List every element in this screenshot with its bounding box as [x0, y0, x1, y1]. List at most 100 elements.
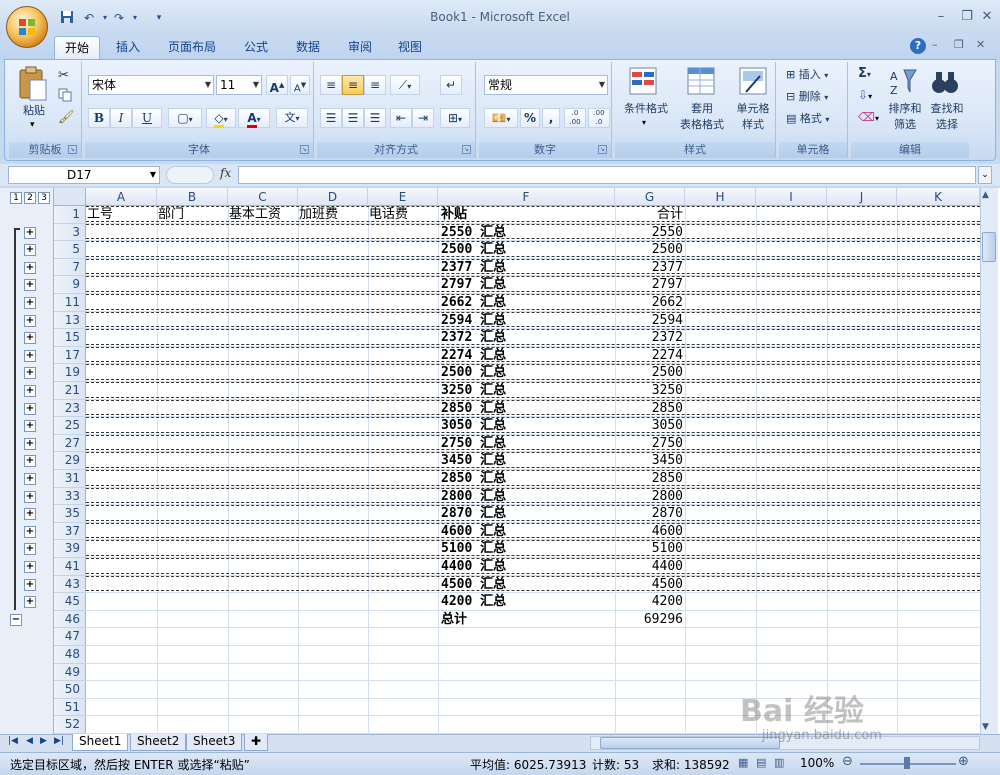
office-button[interactable] — [6, 6, 48, 48]
fill-color-button[interactable]: ◇▾ — [206, 108, 236, 128]
vertical-scrollbar[interactable] — [980, 188, 998, 734]
sort-filter-label-1[interactable]: 排序和 — [884, 102, 926, 116]
format-as-table-label-2[interactable]: 表格格式 — [670, 118, 734, 132]
alignment-launcher-icon[interactable]: ↘ — [462, 145, 471, 154]
row-header[interactable]: 23 — [54, 400, 86, 418]
column-header-a[interactable]: A — [86, 188, 157, 206]
align-center-icon[interactable]: ☰ — [342, 108, 364, 128]
tab-page-layout[interactable]: 页面布局 — [158, 36, 226, 60]
row-header[interactable]: 45 — [54, 593, 86, 611]
font-launcher-icon[interactable]: ↘ — [300, 145, 309, 154]
conditional-format-label[interactable]: 条件格式 — [618, 102, 674, 116]
paste-dropdown-icon[interactable]: ▾ — [30, 120, 35, 130]
decrease-indent-icon[interactable]: ⇤ — [390, 108, 412, 128]
insert-function-icon[interactable]: fx — [220, 166, 231, 180]
zoom-in-icon[interactable]: ⊕ — [958, 754, 969, 769]
cell-f-subtotal-label[interactable]: 4200 汇总 — [441, 593, 506, 611]
cell-styles-label-1[interactable]: 单元格 — [730, 102, 776, 116]
cell-g-total[interactable]: 69296 — [615, 611, 683, 629]
outline-expand-icon[interactable]: + — [24, 578, 36, 591]
decrease-decimal-button[interactable]: .00 .0 — [588, 108, 610, 128]
underline-button[interactable]: U — [132, 108, 162, 128]
increase-indent-icon[interactable]: ⇥ — [412, 108, 434, 128]
outline-expand-icon[interactable]: + — [24, 314, 36, 327]
column-header-k[interactable]: K — [897, 188, 980, 206]
row-header[interactable]: 35 — [54, 505, 86, 523]
cell-f-subtotal-label[interactable]: 总计 — [441, 611, 467, 629]
zoom-slider-thumb[interactable] — [904, 757, 910, 769]
find-select-label-2[interactable]: 选择 — [926, 118, 968, 132]
page-break-view-icon[interactable]: ▥ — [774, 756, 784, 769]
row-header[interactable]: 33 — [54, 488, 86, 506]
tab-insert[interactable]: 插入 — [106, 36, 150, 60]
phonetic-button[interactable]: 文▾ — [276, 108, 308, 128]
sort-filter-label-2[interactable]: 筛选 — [884, 118, 926, 132]
borders-button[interactable]: ▢▾ — [168, 108, 202, 128]
row-header[interactable]: 5 — [54, 241, 86, 259]
format-as-table-icon[interactable] — [686, 66, 718, 98]
sheet-tab-2[interactable]: Sheet2 — [130, 734, 187, 751]
cell-g-total[interactable]: 4200 — [615, 593, 683, 611]
scroll-up-icon[interactable]: ▲ — [982, 190, 989, 200]
copy-icon[interactable] — [58, 88, 72, 102]
grow-font-button[interactable]: A▲ — [266, 75, 288, 95]
tab-view[interactable]: 视图 — [388, 36, 432, 60]
outline-expand-icon[interactable]: + — [24, 561, 36, 573]
insert-sheet-icon[interactable]: ✚ — [244, 734, 268, 751]
horizontal-scroll-thumb[interactable] — [600, 737, 780, 749]
cell-styles-label-2[interactable]: 样式 — [730, 118, 776, 132]
row-header[interactable]: 39 — [54, 540, 86, 558]
sheet-tab-3[interactable]: Sheet3 — [186, 734, 243, 751]
align-right-icon[interactable]: ☰ — [364, 108, 386, 128]
outline-expand-icon[interactable]: + — [24, 473, 36, 485]
row-header[interactable]: 48 — [54, 646, 86, 664]
tab-formulas[interactable]: 公式 — [234, 36, 278, 60]
outline-expand-icon[interactable]: + — [24, 596, 36, 609]
row-header[interactable]: 29 — [54, 452, 86, 470]
last-sheet-icon[interactable]: ▶| — [54, 736, 64, 746]
outline-level-3-button[interactable]: 3 — [38, 192, 50, 204]
font-size-combo[interactable]: 11 ▼ — [216, 75, 262, 95]
shrink-font-button[interactable]: A▼ — [290, 75, 310, 95]
conditional-format-dropdown-icon[interactable]: ▾ — [642, 118, 646, 127]
page-layout-view-icon[interactable]: ▤ — [756, 756, 766, 769]
format-as-table-label-1[interactable]: 套用 — [676, 102, 728, 116]
row-header[interactable]: 7 — [54, 259, 86, 277]
wrap-text-icon[interactable]: ↵ — [440, 75, 462, 95]
clear-icon[interactable]: ⌫▾ — [858, 110, 879, 124]
outline-expand-icon[interactable]: + — [24, 402, 36, 415]
formula-expand-icon[interactable]: ⌄ — [978, 166, 992, 184]
merge-center-icon[interactable]: ⊞▾ — [440, 108, 470, 128]
column-header-j[interactable]: J — [827, 188, 897, 206]
ribbon-minimize-icon[interactable]: – — [932, 38, 938, 51]
next-sheet-icon[interactable]: ▶ — [40, 736, 47, 746]
tab-home[interactable]: 开始 — [54, 36, 101, 60]
number-format-combo[interactable]: 常规 ▼ — [484, 75, 608, 95]
align-top-icon[interactable]: ≡ — [320, 75, 342, 95]
delete-cells-button[interactable]: ⊟ 删除 ▾ — [786, 88, 828, 104]
column-header-h[interactable]: H — [685, 188, 756, 206]
row-header[interactable]: 52 — [54, 716, 86, 734]
prev-sheet-icon[interactable]: ◀ — [26, 736, 33, 746]
outline-expand-icon[interactable]: + — [24, 349, 36, 362]
row-header[interactable]: 21 — [54, 382, 86, 400]
fill-icon[interactable]: ⇩▾ — [858, 88, 872, 102]
outline-expand-icon[interactable]: + — [24, 437, 36, 450]
row-header[interactable]: 37 — [54, 523, 86, 541]
paste-icon[interactable] — [16, 66, 52, 106]
row-header[interactable]: 25 — [54, 417, 86, 435]
font-name-combo[interactable]: 宋体 ▼ — [88, 75, 214, 95]
zoom-out-icon[interactable]: ⊖ — [842, 754, 853, 769]
row-header[interactable]: 49 — [54, 664, 86, 682]
row-header[interactable]: 3 — [54, 224, 86, 242]
align-bottom-icon[interactable]: ≡ — [364, 75, 386, 95]
row-header[interactable]: 51 — [54, 699, 86, 717]
row-header[interactable]: 47 — [54, 628, 86, 646]
comma-button[interactable]: , — [542, 108, 560, 128]
italic-button[interactable]: I — [110, 108, 132, 128]
sheet-tab-1[interactable]: Sheet1 — [72, 734, 129, 751]
row-header[interactable]: 46 — [54, 611, 86, 629]
number-launcher-icon[interactable]: ↘ — [598, 145, 607, 154]
column-header-i[interactable]: I — [756, 188, 827, 206]
vertical-scroll-thumb[interactable] — [982, 232, 996, 262]
